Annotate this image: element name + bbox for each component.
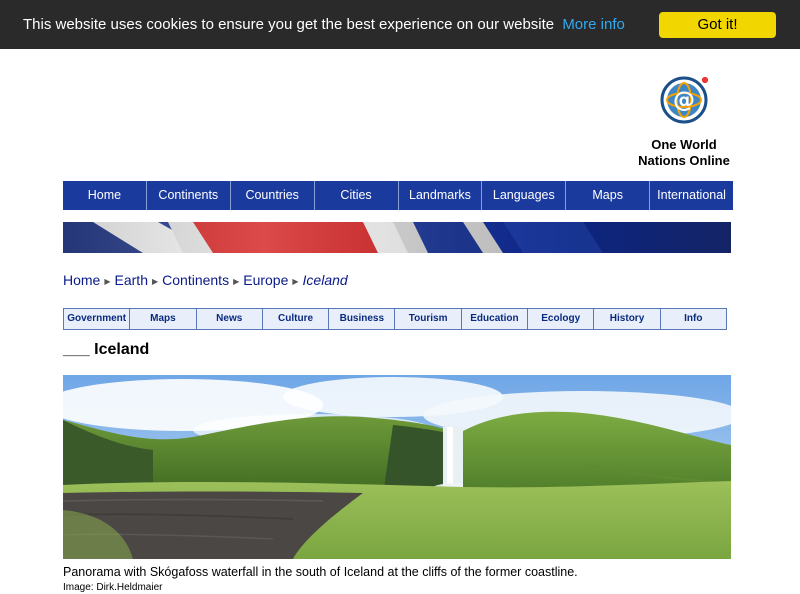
nav-maps[interactable]: Maps xyxy=(566,181,651,210)
breadcrumb-arrow-icon: ▶ xyxy=(233,276,240,286)
page-title-prefix: ___ xyxy=(63,341,90,358)
cookie-bar: This website uses cookies to ensure you … xyxy=(0,0,800,49)
breadcrumb-earth[interactable]: Earth xyxy=(115,272,148,288)
site-name-line1: One World xyxy=(651,137,717,152)
page-title-text: Iceland xyxy=(94,341,150,358)
got-it-button[interactable]: Got it! xyxy=(659,12,776,38)
at-globe-icon[interactable]: @ xyxy=(659,73,711,125)
skogafoss-panorama-image xyxy=(63,375,731,559)
breadcrumb: Home ▶ Earth ▶ Continents ▶ Europe ▶ Iceland xyxy=(63,272,348,288)
country-sub-nav: Government Maps News Culture Business To… xyxy=(63,308,727,330)
subnav-business[interactable]: Business xyxy=(329,309,396,329)
site-name-line2: Nations Online xyxy=(638,153,730,168)
breadcrumb-continents[interactable]: Continents xyxy=(162,272,229,288)
cookie-message: This website uses cookies to ensure you … xyxy=(23,16,625,33)
nav-countries[interactable]: Countries xyxy=(231,181,315,210)
site-name[interactable]: One World Nations Online xyxy=(632,137,736,169)
nav-cities[interactable]: Cities xyxy=(315,181,399,210)
image-caption: Panorama with Skógafoss waterfall in the… xyxy=(63,565,578,579)
breadcrumb-arrow-icon: ▶ xyxy=(104,276,111,286)
nav-international[interactable]: International xyxy=(650,181,733,210)
svg-text:@: @ xyxy=(673,88,695,113)
breadcrumb-home[interactable]: Home xyxy=(63,272,100,288)
cookie-message-text: This website uses cookies to ensure you … xyxy=(23,16,555,33)
subnav-culture[interactable]: Culture xyxy=(263,309,330,329)
subnav-news[interactable]: News xyxy=(197,309,263,329)
breadcrumb-europe[interactable]: Europe xyxy=(243,272,288,288)
subnav-education[interactable]: Education xyxy=(462,309,529,329)
subnav-history[interactable]: History xyxy=(594,309,661,329)
more-info-link[interactable]: More info xyxy=(562,16,625,33)
page-title: ___ Iceland xyxy=(63,341,149,359)
subnav-ecology[interactable]: Ecology xyxy=(528,309,595,329)
nav-landmarks[interactable]: Landmarks xyxy=(399,181,483,210)
subnav-info[interactable]: Info xyxy=(661,309,726,329)
nav-continents[interactable]: Continents xyxy=(147,181,231,210)
nav-home[interactable]: Home xyxy=(63,181,147,210)
subnav-government[interactable]: Government xyxy=(64,309,131,329)
nav-languages[interactable]: Languages xyxy=(482,181,567,210)
flag-banner xyxy=(63,222,731,253)
subnav-tourism[interactable]: Tourism xyxy=(395,309,462,329)
breadcrumb-arrow-icon: ▶ xyxy=(292,276,299,286)
breadcrumb-arrow-icon: ▶ xyxy=(151,276,159,286)
image-credit: Image: Dirk.Heldmaier xyxy=(63,582,163,593)
breadcrumb-current: Iceland xyxy=(302,272,348,288)
subnav-maps[interactable]: Maps xyxy=(130,309,197,329)
main-nav: Home Continents Countries Cities Landmar… xyxy=(63,181,733,210)
